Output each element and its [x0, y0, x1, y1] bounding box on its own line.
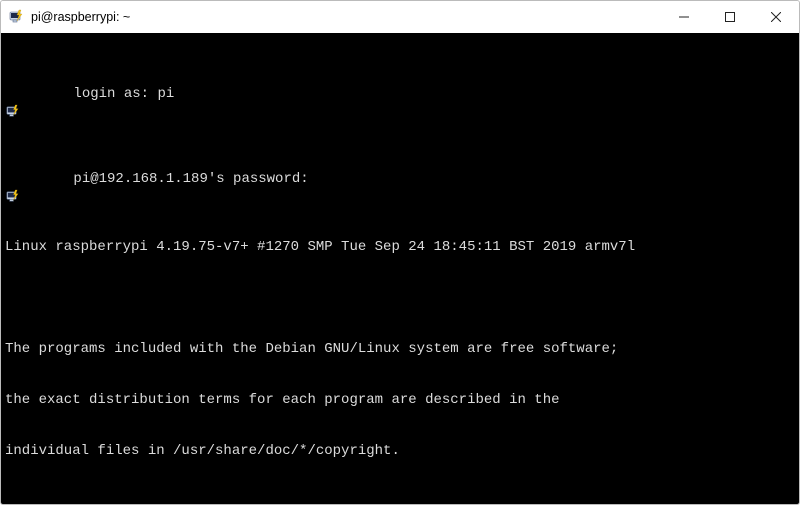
minimize-button[interactable] — [661, 1, 707, 33]
login-as-label: login as: — [73, 86, 157, 102]
password-prompt-user: pi@192.168.1.189 — [73, 171, 207, 187]
blank-line — [5, 494, 795, 504]
close-button[interactable] — [753, 1, 799, 33]
putty-icon — [7, 8, 25, 26]
password-prompt-suffix: 's password: — [208, 171, 309, 187]
titlebar[interactable]: pi@raspberrypi: ~ — [1, 1, 799, 33]
uname-line: Linux raspberrypi 4.19.75-v7+ #1270 SMP … — [5, 239, 795, 256]
putty-inline-icon — [5, 155, 20, 170]
login-user: pi — [157, 86, 174, 102]
maximize-button[interactable] — [707, 1, 753, 33]
password-prompt-line: pi@192.168.1.189's password: — [5, 154, 795, 205]
window-title: pi@raspberrypi: ~ — [31, 10, 661, 24]
motd-line: individual files in /usr/share/doc/*/cop… — [5, 443, 795, 460]
login-as-line: login as: pi — [5, 69, 795, 120]
motd-line: the exact distribution terms for each pr… — [5, 392, 795, 409]
minimize-icon — [679, 12, 689, 22]
motd-line: The programs included with the Debian GN… — [5, 341, 795, 358]
terminal-area[interactable]: login as: pi pi@192.168.1.189's password… — [1, 33, 799, 504]
putty-inline-icon — [5, 70, 20, 85]
blank-line — [5, 290, 795, 307]
close-icon — [771, 12, 781, 22]
maximize-icon — [725, 12, 735, 22]
putty-window: pi@raspberrypi: ~ login as: pi — [0, 0, 800, 505]
window-controls — [661, 1, 799, 33]
